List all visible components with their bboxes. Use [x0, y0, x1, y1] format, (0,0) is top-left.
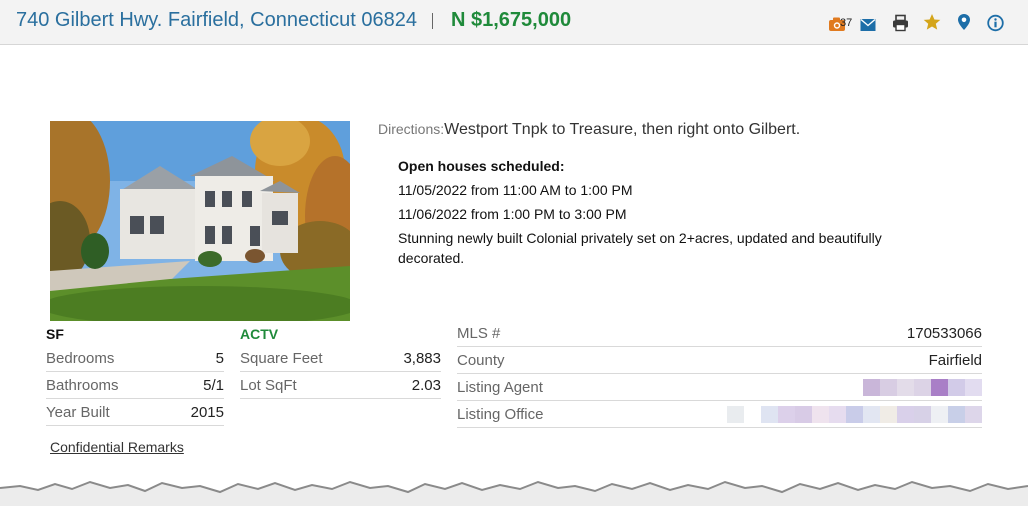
fact-row: Lot SqFt 2.03 [240, 372, 441, 399]
fact-label: Lot SqFt [240, 376, 297, 394]
fact-row: MLS # 170533066 [457, 320, 982, 347]
fact-value: 2.03 [411, 376, 441, 394]
facts-left: SF Bedrooms 5 Bathrooms 5/1 Year Built 2… [46, 323, 224, 426]
photo-count: 37 [840, 17, 853, 29]
county-value: Fairfield [928, 351, 982, 369]
open-houses-section: Open houses scheduled: 11/05/2022 from 1… [398, 156, 898, 268]
open-house-date: 11/05/2022 from 11:00 AM to 1:00 PM [398, 182, 633, 198]
fact-row: Listing Office [457, 401, 982, 428]
listing-address: 740 Gilbert Hwy. Fairfield, Connecticut … [16, 9, 417, 31]
fact-label: Listing Agent [457, 378, 543, 396]
listing-office-redacted [727, 405, 982, 423]
print-icon[interactable] [892, 13, 909, 33]
fact-value: 2015 [190, 403, 224, 421]
fact-value: 5/1 [203, 376, 224, 394]
mls-number: 170533066 [906, 324, 982, 342]
fact-label: Listing Office [457, 405, 544, 423]
fact-row: Bathrooms 5/1 [46, 372, 224, 399]
fact-label: Bedrooms [46, 349, 115, 367]
header-separator [432, 13, 433, 29]
status-badge: ACTV [240, 326, 279, 342]
info-icon[interactable] [987, 13, 1004, 33]
listing-price: N $1,675,000 [451, 9, 572, 31]
listing-agent-redacted [863, 378, 982, 396]
star-icon[interactable] [923, 12, 941, 32]
open-house-date: 11/06/2022 from 1:00 PM to 3:00 PM [398, 206, 627, 222]
envelope-icon[interactable] [860, 15, 876, 35]
fact-row: Listing Agent [457, 374, 982, 401]
listing-header: 740 Gilbert Hwy. Fairfield, Connecticut … [0, 0, 1028, 45]
fact-row: Year Built 2015 [46, 399, 224, 426]
fact-label: County [457, 351, 505, 369]
fact-value: 5 [215, 349, 224, 367]
torn-edge-decoration [0, 480, 1028, 506]
property-photo[interactable] [50, 121, 350, 321]
directions-label: Directions: [378, 121, 445, 137]
fact-row: County Fairfield [457, 347, 982, 374]
facts-mid: ACTV Square Feet 3,883 Lot SqFt 2.03 [240, 323, 441, 399]
directions-text: Westport Tnpk to Treasure, then right on… [444, 121, 801, 138]
fact-row: Square Feet 3,883 [240, 345, 441, 372]
open-houses-title: Open houses scheduled: [398, 158, 565, 174]
fact-value: 3,883 [403, 349, 441, 367]
fact-label: MLS # [457, 324, 501, 342]
fact-label: Year Built [46, 403, 110, 421]
facts-right: MLS # 170533066 County Fairfield Listing… [457, 320, 982, 428]
public-remarks: Stunning newly built Colonial privately … [398, 230, 882, 266]
fact-label: Square Feet [240, 349, 323, 367]
fact-row: Bedrooms 5 [46, 345, 224, 372]
map-pin-icon[interactable] [957, 12, 971, 32]
property-type: SF [46, 326, 64, 342]
confidential-remarks-link[interactable]: Confidential Remarks [50, 439, 184, 455]
directions: Directions:Westport Tnpk to Treasure, th… [378, 121, 800, 139]
fact-label: Bathrooms [46, 376, 119, 394]
